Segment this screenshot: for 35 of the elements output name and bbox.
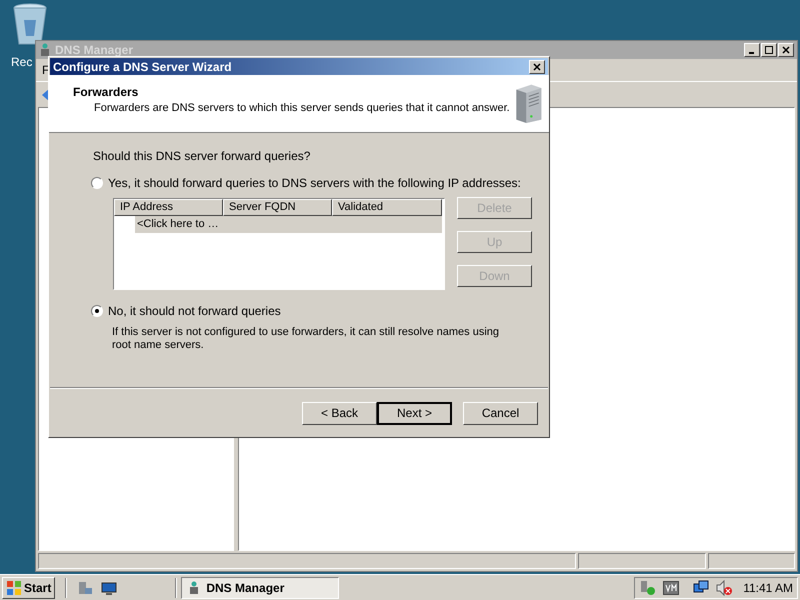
close-icon xyxy=(533,62,541,70)
maximize-button[interactable] xyxy=(761,43,777,57)
desktop-icon[interactable] xyxy=(101,580,118,596)
dns-icon xyxy=(188,580,200,594)
header-description: Forwarders are DNS servers to which this server sends queries that it cannot answer. xyxy=(93,101,511,115)
clock: 11:41 AM xyxy=(743,580,793,596)
radio-button[interactable] xyxy=(91,177,103,189)
minimize-button[interactable] xyxy=(744,43,760,57)
dialog-button[interactable]: Next > xyxy=(377,402,452,424)
vm-icon[interactable] xyxy=(663,580,680,594)
close-button[interactable] xyxy=(529,60,545,74)
maximize-icon xyxy=(765,46,773,54)
column-header[interactable]: Validated xyxy=(332,199,442,216)
windows-logo-icon xyxy=(6,580,22,596)
taskbar-button[interactable]: DNS Manager xyxy=(181,576,340,598)
option-label: No, it should not forward queries xyxy=(108,303,281,320)
option-label: Yes, it should forward queries to DNS servers with the following IP addresses: xyxy=(108,175,521,192)
network-icon[interactable] xyxy=(693,580,710,596)
close-button[interactable] xyxy=(778,43,794,57)
header-title: Forwarders xyxy=(73,84,140,101)
dns-icon xyxy=(39,43,51,57)
dialog-button[interactable]: Cancel xyxy=(463,402,538,424)
dialog-button[interactable]: < Back xyxy=(302,402,377,424)
column-header[interactable]: IP Address xyxy=(114,199,223,216)
note-text: If this server is not configured to use forwarders, it can still resolve names using root name servers. xyxy=(112,326,500,352)
new-row-placeholder[interactable]: <Click here to … xyxy=(135,216,442,233)
close-icon xyxy=(782,46,790,54)
column-header[interactable]: Server FQDN xyxy=(223,199,332,216)
muted-speaker-icon[interactable] xyxy=(715,580,734,596)
desktop-icon-label: Rec xyxy=(11,54,32,71)
start-button[interactable]: Start xyxy=(2,576,56,598)
dialog-title: Configure a DNS Server Wizard xyxy=(53,58,232,76)
network-check-icon[interactable] xyxy=(639,580,658,596)
radio-button[interactable] xyxy=(91,305,103,317)
question-text: Should this DNS server forward queries? xyxy=(93,148,312,165)
